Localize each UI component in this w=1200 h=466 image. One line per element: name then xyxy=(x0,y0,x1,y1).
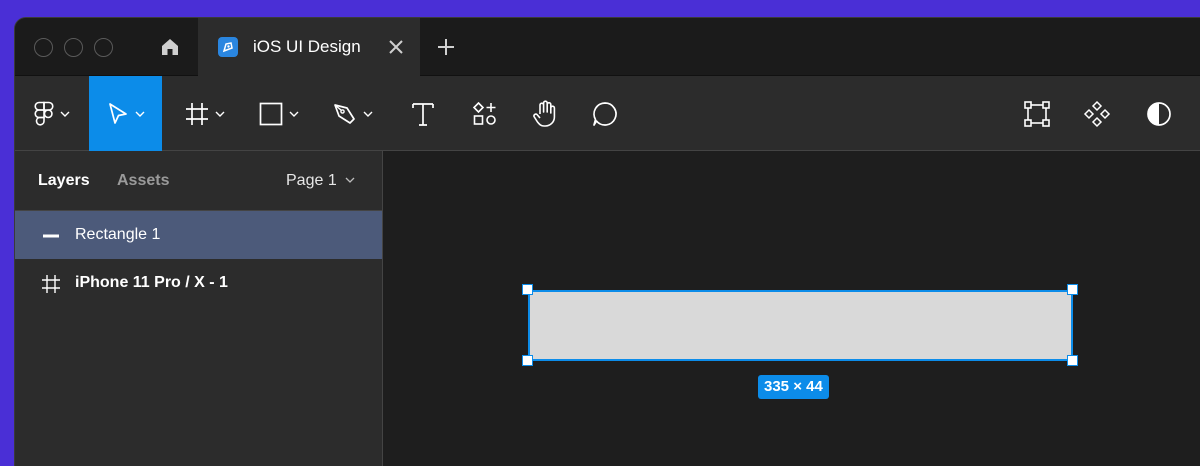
home-tab[interactable] xyxy=(142,18,198,76)
document-tab[interactable]: iOS UI Design xyxy=(198,18,420,76)
chevron-down-icon xyxy=(215,111,225,117)
layer-label: iPhone 11 Pro / X - 1 xyxy=(75,274,228,291)
close-tab-icon[interactable] xyxy=(386,37,406,57)
text-tool[interactable] xyxy=(395,76,451,151)
chevron-down-icon xyxy=(60,111,69,117)
resources-icon xyxy=(472,101,496,125)
chevron-down-icon xyxy=(363,111,373,117)
resize-handle-bottom-right[interactable] xyxy=(1067,355,1078,366)
tab-layers[interactable]: Layers xyxy=(38,172,90,190)
layers-panel: Layers Assets Page 1 Rectangle 1 iPhone … xyxy=(15,151,383,466)
pen-icon xyxy=(334,103,355,124)
hand-tool[interactable] xyxy=(517,76,573,151)
create-component-icon xyxy=(1083,100,1111,127)
canvas[interactable]: 335 × 44 xyxy=(384,151,1200,466)
window-controls xyxy=(34,38,113,57)
document-tab-title: iOS UI Design xyxy=(253,37,361,56)
hand-icon xyxy=(533,99,556,127)
comment-icon xyxy=(593,101,617,126)
chevron-down-icon[interactable] xyxy=(345,177,355,183)
layer-row-frame[interactable]: iPhone 11 Pro / X - 1 xyxy=(15,259,382,307)
comment-tool[interactable] xyxy=(577,76,633,151)
text-icon xyxy=(412,102,434,126)
tab-assets[interactable]: Assets xyxy=(117,172,169,190)
app-window: iOS UI Design Layers Assets Page 1 Recta… xyxy=(14,17,1200,466)
dimensions-badge: 335 × 44 xyxy=(758,375,829,399)
close-window-button[interactable] xyxy=(34,38,53,57)
zoom-window-button[interactable] xyxy=(94,38,113,57)
panel-tabs: Layers Assets Page 1 xyxy=(15,151,382,211)
rectangle-layer-icon xyxy=(43,234,59,238)
minimize-window-button[interactable] xyxy=(64,38,83,57)
create-component-tool[interactable] xyxy=(1069,76,1125,151)
contrast-icon xyxy=(1147,101,1171,126)
resize-handle-bottom-left[interactable] xyxy=(522,355,533,366)
layer-row-rectangle[interactable]: Rectangle 1 xyxy=(15,211,382,259)
new-tab-icon[interactable] xyxy=(435,36,457,58)
frame-tool[interactable] xyxy=(175,76,235,151)
resources-tool[interactable] xyxy=(457,76,513,151)
chevron-down-icon xyxy=(289,111,299,117)
chevron-down-icon xyxy=(135,111,144,117)
hash-frame-icon xyxy=(186,102,208,125)
contrast-tool[interactable] xyxy=(1131,76,1187,151)
component-tool[interactable] xyxy=(1009,76,1065,151)
title-bar: iOS UI Design xyxy=(15,18,1200,76)
selected-rectangle[interactable] xyxy=(528,290,1073,361)
shape-tool[interactable] xyxy=(249,76,309,151)
rectangle-icon xyxy=(259,102,283,125)
cursor-arrow-icon xyxy=(108,102,127,124)
page-selector[interactable]: Page 1 xyxy=(286,172,337,190)
toolbar xyxy=(15,76,1200,151)
layer-label: Rectangle 1 xyxy=(75,226,161,243)
figma-file-icon xyxy=(218,37,238,57)
main-menu-tool[interactable] xyxy=(15,76,88,151)
component-icon xyxy=(1024,100,1050,127)
resize-handle-top-right[interactable] xyxy=(1067,284,1078,295)
move-tool[interactable] xyxy=(89,76,162,151)
figma-logo-icon xyxy=(33,101,54,126)
pen-tool[interactable] xyxy=(323,76,383,151)
home-icon xyxy=(162,39,178,55)
frame-layer-icon xyxy=(42,275,60,293)
resize-handle-top-left[interactable] xyxy=(522,284,533,295)
